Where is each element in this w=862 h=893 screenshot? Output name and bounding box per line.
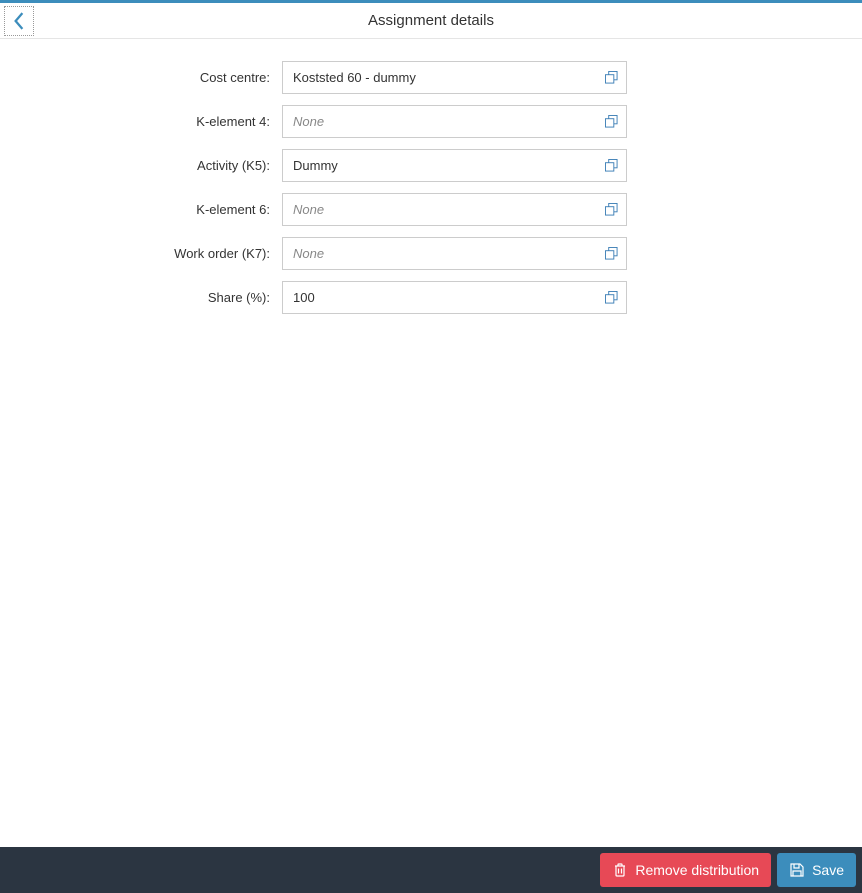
form-row-cost-centre: Cost centre: bbox=[0, 61, 862, 94]
work-order-k7-label: Work order (K7): bbox=[0, 246, 282, 261]
back-button[interactable] bbox=[4, 6, 34, 36]
cost-centre-input-wrapper bbox=[282, 61, 627, 94]
save-label: Save bbox=[812, 862, 844, 878]
remove-distribution-label: Remove distribution bbox=[635, 862, 759, 878]
share-input-wrapper bbox=[282, 281, 627, 314]
cost-centre-lookup-button[interactable] bbox=[596, 62, 626, 93]
activity-k5-input-wrapper bbox=[282, 149, 627, 182]
form-row-k-element-4: K-element 4: bbox=[0, 105, 862, 138]
popup-icon bbox=[605, 115, 618, 128]
k-element-4-input-wrapper bbox=[282, 105, 627, 138]
form-area: Cost centre: K-element 4: Activity ( bbox=[0, 39, 862, 847]
chevron-left-icon bbox=[13, 12, 25, 30]
trash-icon bbox=[612, 862, 628, 878]
form-row-work-order-k7: Work order (K7): bbox=[0, 237, 862, 270]
save-icon bbox=[789, 862, 805, 878]
work-order-k7-input[interactable] bbox=[283, 238, 596, 269]
save-button[interactable]: Save bbox=[777, 853, 856, 887]
cost-centre-input[interactable] bbox=[283, 62, 596, 93]
remove-distribution-button[interactable]: Remove distribution bbox=[600, 853, 771, 887]
k-element-6-label: K-element 6: bbox=[0, 202, 282, 217]
header-bar: Assignment details bbox=[0, 3, 862, 39]
k-element-4-label: K-element 4: bbox=[0, 114, 282, 129]
work-order-k7-input-wrapper bbox=[282, 237, 627, 270]
popup-icon bbox=[605, 247, 618, 260]
share-input[interactable] bbox=[283, 282, 596, 313]
popup-icon bbox=[605, 71, 618, 84]
popup-icon bbox=[605, 203, 618, 216]
k-element-6-lookup-button[interactable] bbox=[596, 194, 626, 225]
popup-icon bbox=[605, 291, 618, 304]
activity-k5-input[interactable] bbox=[283, 150, 596, 181]
form-row-activity-k5: Activity (K5): bbox=[0, 149, 862, 182]
form-row-share: Share (%): bbox=[0, 281, 862, 314]
cost-centre-label: Cost centre: bbox=[0, 70, 282, 85]
k-element-4-lookup-button[interactable] bbox=[596, 106, 626, 137]
popup-icon bbox=[605, 159, 618, 172]
footer-bar: Remove distribution Save bbox=[0, 847, 862, 893]
page-title: Assignment details bbox=[368, 12, 494, 29]
k-element-6-input[interactable] bbox=[283, 194, 596, 225]
activity-k5-label: Activity (K5): bbox=[0, 158, 282, 173]
work-order-k7-lookup-button[interactable] bbox=[596, 238, 626, 269]
form-row-k-element-6: K-element 6: bbox=[0, 193, 862, 226]
k-element-6-input-wrapper bbox=[282, 193, 627, 226]
k-element-4-input[interactable] bbox=[283, 106, 596, 137]
share-lookup-button[interactable] bbox=[596, 282, 626, 313]
activity-k5-lookup-button[interactable] bbox=[596, 150, 626, 181]
share-label: Share (%): bbox=[0, 290, 282, 305]
